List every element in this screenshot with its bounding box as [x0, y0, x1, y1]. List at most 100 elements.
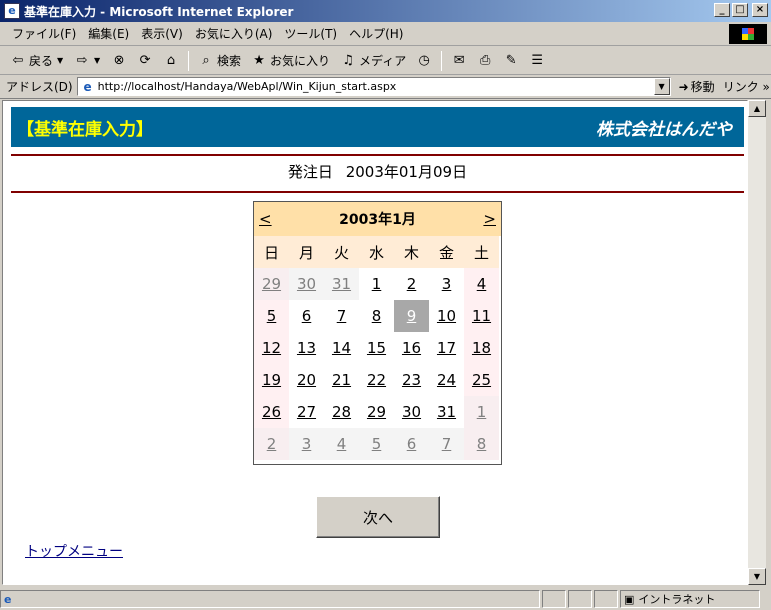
calendar-day[interactable]: 19	[254, 364, 289, 396]
calendar-day[interactable]: 14	[324, 332, 359, 364]
close-button[interactable]: ×	[752, 3, 768, 17]
next-button[interactable]: 次へ	[316, 496, 440, 538]
scroll-down-button[interactable]: ▼	[748, 568, 766, 585]
calendar-day[interactable]: 16	[394, 332, 429, 364]
menu-favorites[interactable]: お気に入り(A)	[189, 25, 279, 42]
calendar-day[interactable]: 3	[429, 268, 464, 300]
minimize-button[interactable]: _	[714, 3, 730, 17]
history-button[interactable]: ◷	[412, 51, 436, 71]
address-input[interactable]: e http://localhost/Handaya/WebApl/Win_Ki…	[76, 77, 671, 96]
calendar-day[interactable]: 27	[289, 396, 324, 428]
calendar-day[interactable]: 3	[289, 428, 324, 460]
calendar-day[interactable]: 20	[289, 364, 324, 396]
prev-month-link[interactable]: <	[259, 210, 272, 228]
calendar-day[interactable]: 28	[324, 396, 359, 428]
menu-view[interactable]: 表示(V)	[135, 25, 189, 42]
menu-edit[interactable]: 編集(E)	[82, 25, 135, 42]
calendar-day[interactable]: 30	[289, 268, 324, 300]
weekday-header: 水	[359, 236, 394, 268]
edit-button[interactable]: ✎	[499, 51, 523, 71]
history-icon: ◷	[418, 52, 430, 68]
calendar: < 2003年1月 > 日月火水木金土 29 30 31 1 2 3 4 5 6 7 8 9 10 11 12…	[253, 201, 502, 465]
vertical-scrollbar[interactable]: ▲ ▼	[748, 100, 766, 585]
favorites-button[interactable]: ★ お気に入り	[247, 50, 334, 71]
stop-icon: ⊗	[113, 52, 125, 68]
calendar-day[interactable]: 7	[429, 428, 464, 460]
search-button[interactable]: ⌕ 検索	[194, 50, 245, 71]
address-label: アドレス(D)	[6, 80, 73, 94]
calendar-day[interactable]: 17	[429, 332, 464, 364]
print-icon: ⎙	[480, 52, 491, 68]
scroll-up-button[interactable]: ▲	[748, 100, 766, 117]
calendar-day[interactable]: 9	[394, 300, 429, 332]
home-button[interactable]: ⌂	[159, 51, 183, 71]
media-button[interactable]: ♫ メディア	[336, 50, 410, 71]
mail-button[interactable]: ✉	[447, 51, 471, 71]
forward-arrow-icon: ⇨	[76, 52, 88, 68]
menu-file[interactable]: ファイル(F)	[6, 25, 82, 42]
calendar-day[interactable]: 1	[464, 396, 499, 428]
calendar-day[interactable]: 5	[359, 428, 394, 460]
links-button[interactable]: リンク »	[723, 78, 770, 95]
status-text: e	[0, 590, 540, 608]
maximize-button[interactable]: □	[732, 3, 748, 17]
calendar-day[interactable]: 1	[359, 268, 394, 300]
calendar-day[interactable]: 23	[394, 364, 429, 396]
menu-bar: ファイル(F) 編集(E) 表示(V) お気に入り(A) ツール(T) ヘルプ(…	[0, 22, 771, 46]
search-icon: ⌕	[202, 52, 210, 68]
refresh-button[interactable]: ⟳	[133, 51, 157, 71]
calendar-day[interactable]: 12	[254, 332, 289, 364]
top-menu-link[interactable]: トップメニュー	[25, 541, 123, 561]
menu-tools[interactable]: ツール(T)	[278, 25, 343, 42]
window-title: 基準在庫入力 - Microsoft Internet Explorer	[24, 4, 294, 19]
status-cell	[542, 590, 566, 608]
calendar-day[interactable]: 5	[254, 300, 289, 332]
print-button[interactable]: ⎙	[473, 51, 497, 71]
forward-button[interactable]: ⇨ ▼	[70, 51, 105, 71]
calendar-day[interactable]: 11	[464, 300, 499, 332]
calendar-day[interactable]: 25	[464, 364, 499, 396]
calendar-day[interactable]: 4	[464, 268, 499, 300]
page-title: 【基準在庫入力】	[17, 119, 153, 140]
calendar-day[interactable]: 4	[324, 428, 359, 460]
next-month-link[interactable]: >	[483, 210, 496, 228]
calendar-day[interactable]: 13	[289, 332, 324, 364]
edit-icon: ✎	[505, 52, 517, 68]
calendar-day[interactable]: 10	[429, 300, 464, 332]
calendar-day[interactable]: 6	[394, 428, 429, 460]
toolbar-separator	[188, 50, 190, 71]
calendar-day[interactable]: 22	[359, 364, 394, 396]
calendar-day[interactable]: 18	[464, 332, 499, 364]
calendar-day[interactable]: 2	[394, 268, 429, 300]
address-url: http://localhost/Handaya/WebApl/Win_Kiju…	[97, 80, 397, 93]
calendar-day[interactable]: 31	[324, 268, 359, 300]
calendar-day[interactable]: 24	[429, 364, 464, 396]
calendar-day[interactable]: 21	[324, 364, 359, 396]
weekday-header: 土	[464, 236, 499, 268]
calendar-day[interactable]: 15	[359, 332, 394, 364]
calendar-day[interactable]: 8	[464, 428, 499, 460]
calendar-month-title: 2003年1月	[339, 212, 416, 228]
back-button[interactable]: ⇦ 戻る ▼	[6, 50, 68, 71]
order-date-label: 発注日	[287, 163, 333, 181]
calendar-day[interactable]: 31	[429, 396, 464, 428]
calendar-day[interactable]: 29	[254, 268, 289, 300]
address-dropdown-button[interactable]: ▼	[653, 78, 670, 95]
calendar-day[interactable]: 2	[254, 428, 289, 460]
go-arrow-icon: ➜	[678, 79, 689, 94]
calendar-day[interactable]: 7	[324, 300, 359, 332]
discuss-button[interactable]: ☰	[525, 51, 549, 71]
calendar-day[interactable]: 6	[289, 300, 324, 332]
page-viewport: 【基準在庫入力】 株式会社はんだや 発注日 2003年01月09日 < 2003…	[2, 100, 748, 585]
menu-help[interactable]: ヘルプ(H)	[343, 25, 409, 42]
status-cell	[594, 590, 618, 608]
calendar-day[interactable]: 29	[359, 396, 394, 428]
toolbar: ⇦ 戻る ▼ ⇨ ▼ ⊗ ⟳ ⌂ ⌕ 検索 ★ お気に入り ♫ メディア ◷ ✉…	[0, 47, 771, 75]
weekday-header: 木	[394, 236, 429, 268]
stop-button[interactable]: ⊗	[107, 51, 131, 71]
calendar-day[interactable]: 8	[359, 300, 394, 332]
go-button[interactable]: ➜ 移動	[679, 78, 715, 95]
calendar-day[interactable]: 30	[394, 396, 429, 428]
calendar-day[interactable]: 26	[254, 396, 289, 428]
home-icon: ⌂	[166, 52, 176, 68]
